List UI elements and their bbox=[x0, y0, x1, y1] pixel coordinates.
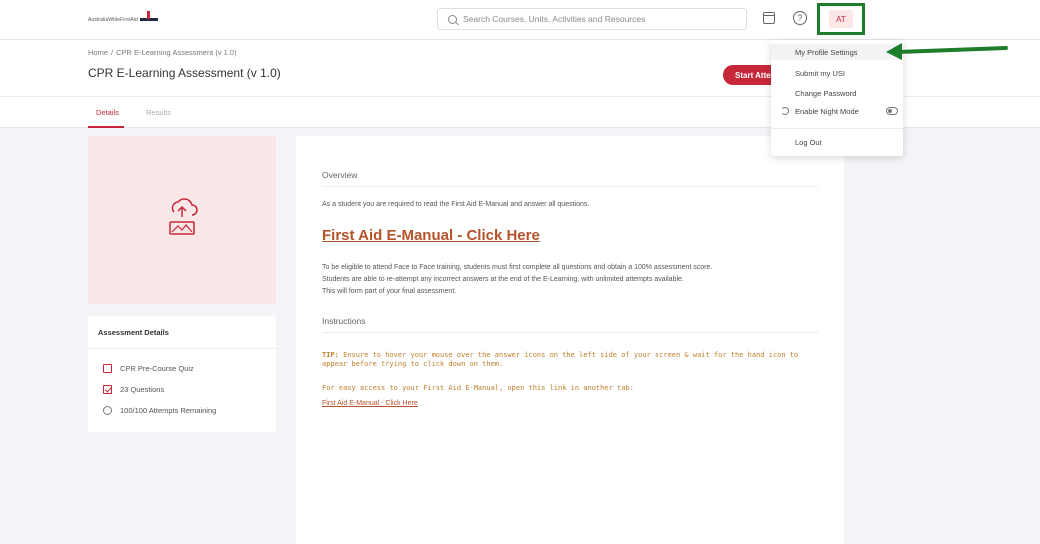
eligibility-text: To be eligible to attend Face to Face tr… bbox=[322, 264, 713, 271]
avatar-highlight-box[interactable]: AT bbox=[817, 3, 865, 35]
top-bar: AustraliaWideFirstAid ? AT bbox=[0, 0, 1040, 40]
menu-item-profile-settings[interactable]: My Profile Settings bbox=[795, 48, 858, 57]
menu-item-submit-usi[interactable]: Submit my USI bbox=[795, 69, 845, 78]
breadcrumb-home[interactable]: Home bbox=[88, 48, 108, 57]
circle-icon bbox=[103, 406, 112, 415]
detail-row-quiz: CPR Pre-Course Quiz bbox=[103, 364, 194, 373]
upload-cloud-icon bbox=[169, 198, 198, 235]
logo[interactable]: AustraliaWideFirstAid bbox=[88, 9, 158, 31]
search-bar[interactable] bbox=[437, 8, 747, 30]
help-icon[interactable]: ? bbox=[793, 11, 807, 25]
breadcrumb-separator: / bbox=[111, 48, 114, 57]
tab-details[interactable]: Details bbox=[96, 108, 119, 117]
checkbox-icon bbox=[103, 385, 112, 394]
annotation-arrow-icon bbox=[886, 43, 1008, 60]
detail-label: 23 Questions bbox=[120, 385, 165, 394]
active-tab-indicator bbox=[88, 126, 124, 128]
instructions-heading: Instructions bbox=[322, 316, 366, 326]
manual-link[interactable]: First Aid E-Manual - Click Here bbox=[322, 227, 540, 244]
detail-row-attempts: 100/100 Attempts Remaining bbox=[103, 406, 216, 415]
detail-label: CPR Pre-Course Quiz bbox=[120, 364, 194, 373]
overview-heading: Overview bbox=[322, 170, 358, 180]
assessment-image-card bbox=[88, 136, 276, 304]
tip-text: TIP: Ensure to hover your mouse over the… bbox=[322, 351, 822, 369]
divider bbox=[322, 186, 818, 187]
breadcrumb-current: CPR E-Learning Assessment (v 1.0) bbox=[116, 48, 237, 57]
manual-small-link[interactable]: First Aid E-Manual - Click Here bbox=[322, 400, 418, 407]
tip-body: Ensure to hover your mouse over the answ… bbox=[322, 351, 799, 368]
menu-item-logout[interactable]: Log Out bbox=[795, 138, 822, 147]
logo-cross-icon bbox=[139, 11, 158, 29]
menu-item-change-password[interactable]: Change Password bbox=[795, 89, 856, 98]
easy-access-text: For easy access to your First Aid E-Manu… bbox=[322, 384, 634, 392]
avatar[interactable]: AT bbox=[829, 10, 853, 28]
night-mode-icon bbox=[781, 107, 789, 115]
page-title: CPR E-Learning Assessment (v 1.0) bbox=[88, 66, 281, 80]
divider bbox=[771, 128, 903, 129]
detail-label: 100/100 Attempts Remaining bbox=[120, 406, 217, 415]
reattempt-text: Students are able to re-attempt any inco… bbox=[322, 276, 684, 283]
details-title: Assessment Details bbox=[98, 328, 169, 337]
intro-text: As a student you are required to read th… bbox=[322, 201, 590, 208]
calendar-icon[interactable] bbox=[763, 12, 775, 24]
search-input[interactable] bbox=[463, 14, 743, 24]
final-assessment-text: This will form part of your final assess… bbox=[322, 288, 457, 295]
menu-item-night-mode[interactable]: Enable Night Mode bbox=[795, 107, 859, 116]
logo-text: AustraliaWideFirstAid bbox=[88, 17, 138, 23]
search-icon bbox=[448, 14, 457, 24]
clipboard-icon bbox=[103, 364, 112, 373]
content-card: Overview As a student you are required t… bbox=[296, 136, 844, 544]
tip-label: TIP: bbox=[322, 351, 339, 359]
divider bbox=[88, 348, 276, 349]
divider bbox=[322, 332, 818, 333]
tab-results[interactable]: Results bbox=[146, 108, 171, 117]
night-mode-toggle[interactable] bbox=[886, 107, 898, 115]
breadcrumb: Home / CPR E-Learning Assessment (v 1.0) bbox=[88, 48, 237, 57]
assessment-details-card: Assessment Details CPR Pre-Course Quiz 2… bbox=[88, 316, 276, 432]
detail-row-questions: 23 Questions bbox=[103, 385, 164, 394]
